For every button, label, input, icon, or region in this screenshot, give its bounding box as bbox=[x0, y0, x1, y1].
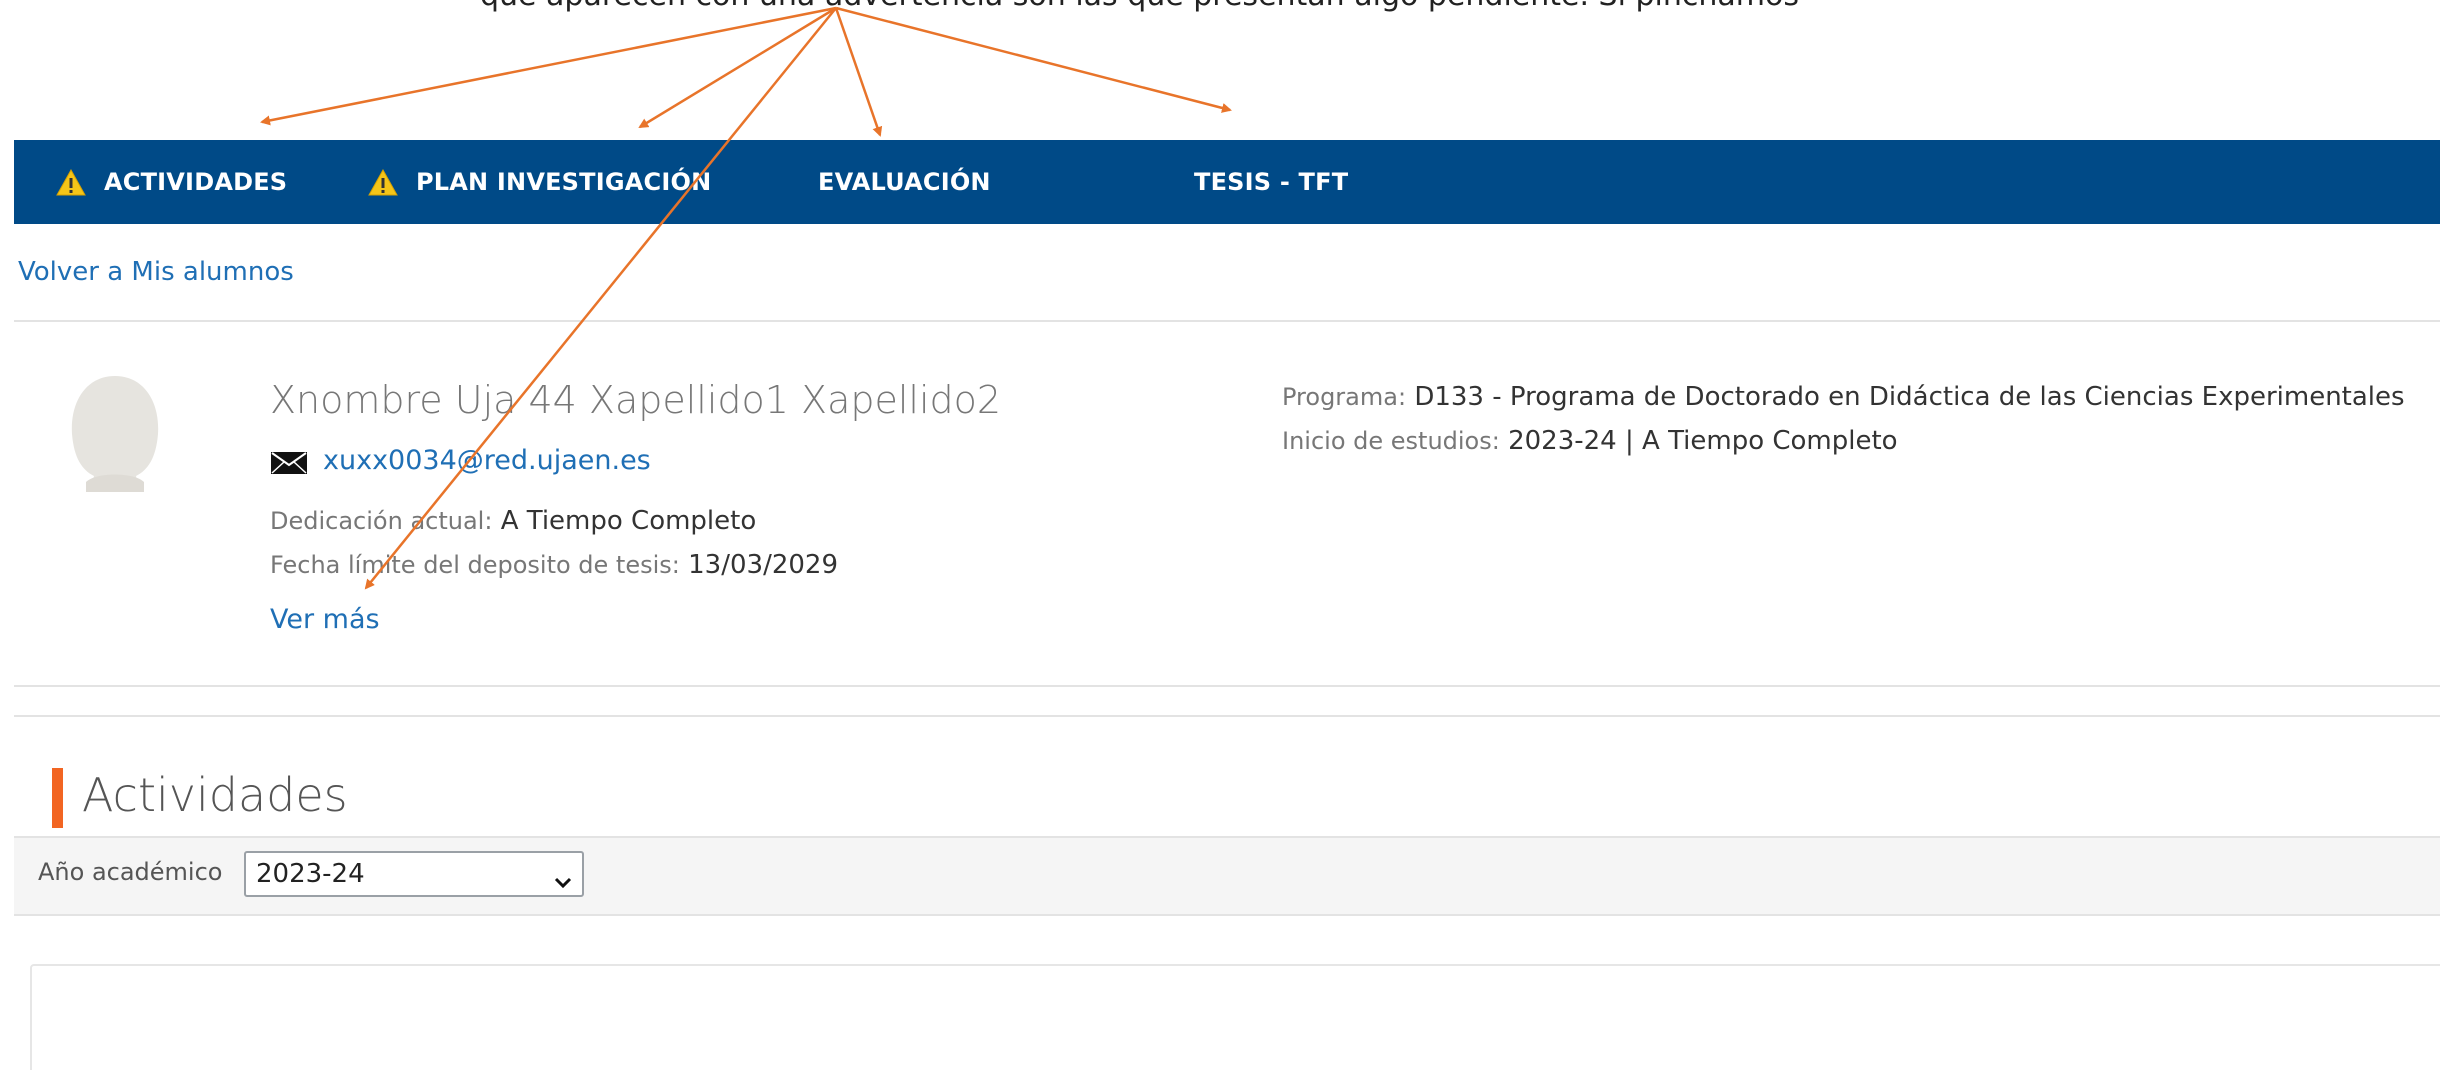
warning-icon bbox=[56, 168, 86, 196]
academic-year-select[interactable]: 2023-24 bbox=[244, 851, 584, 897]
dedication-label: Dedicación actual: bbox=[270, 507, 493, 535]
program-label: Programa: bbox=[1282, 383, 1407, 411]
deadline-label: Fecha límite del deposito de tesis: bbox=[270, 551, 680, 579]
student-email-link[interactable]: xuxx0034@red.ujaen.es bbox=[323, 445, 651, 476]
dedication-value: A Tiempo Completo bbox=[500, 506, 757, 536]
student-name: Xnombre Uja 44 Xapellido1 Xapellido2 bbox=[270, 378, 1002, 422]
tab-label: PLAN INVESTIGACIÓN bbox=[416, 168, 712, 196]
tab-label: ACTIVIDADES bbox=[104, 168, 288, 196]
activities-panel bbox=[30, 964, 2440, 1070]
tab-label: EVALUACIÓN bbox=[818, 168, 991, 196]
program-info: Programa: D133 - Programa de Doctorado e… bbox=[1282, 382, 2405, 412]
divider bbox=[14, 715, 2440, 717]
divider bbox=[14, 320, 2440, 322]
mail-icon bbox=[270, 451, 308, 475]
deadline-value: 13/03/2029 bbox=[688, 550, 838, 580]
chevron-down-icon bbox=[554, 867, 572, 889]
start-label: Inicio de estudios: bbox=[1282, 427, 1500, 455]
ver-mas-link[interactable]: Ver más bbox=[270, 604, 380, 635]
tab-tesis-tft[interactable]: TESIS - TFT bbox=[1194, 140, 1348, 224]
section-accent-bar bbox=[52, 768, 63, 828]
divider bbox=[14, 685, 2440, 687]
deadline-info: Fecha límite del deposito de tesis: 13/0… bbox=[270, 550, 838, 580]
start-info: Inicio de estudios: 2023-24 | A Tiempo C… bbox=[1282, 426, 1898, 456]
start-value: 2023-24 | A Tiempo Completo bbox=[1508, 426, 1898, 456]
student-nav-bar: ACTIVIDADES PLAN INVESTIGACIÓN EVALUACIÓ… bbox=[14, 140, 2440, 224]
avatar-placeholder bbox=[56, 372, 174, 492]
tab-plan-investigacion[interactable]: PLAN INVESTIGACIÓN bbox=[368, 140, 711, 224]
warning-icon bbox=[368, 168, 398, 196]
section-title: Actividades bbox=[82, 768, 348, 822]
back-to-students-link[interactable]: Volver a Mis alumnos bbox=[18, 257, 294, 287]
academic-year-label: Año académico bbox=[38, 858, 223, 886]
program-value: D133 - Programa de Doctorado en Didáctic… bbox=[1414, 382, 2405, 412]
academic-year-value: 2023-24 bbox=[256, 859, 365, 889]
tab-evaluacion[interactable]: EVALUACIÓN bbox=[818, 140, 991, 224]
dedication-info: Dedicación actual: A Tiempo Completo bbox=[270, 506, 756, 536]
tab-actividades[interactable]: ACTIVIDADES bbox=[56, 140, 287, 224]
instruction-caption: que aparecen con una advertencia son las… bbox=[480, 0, 1799, 13]
tab-label: TESIS - TFT bbox=[1194, 168, 1349, 196]
